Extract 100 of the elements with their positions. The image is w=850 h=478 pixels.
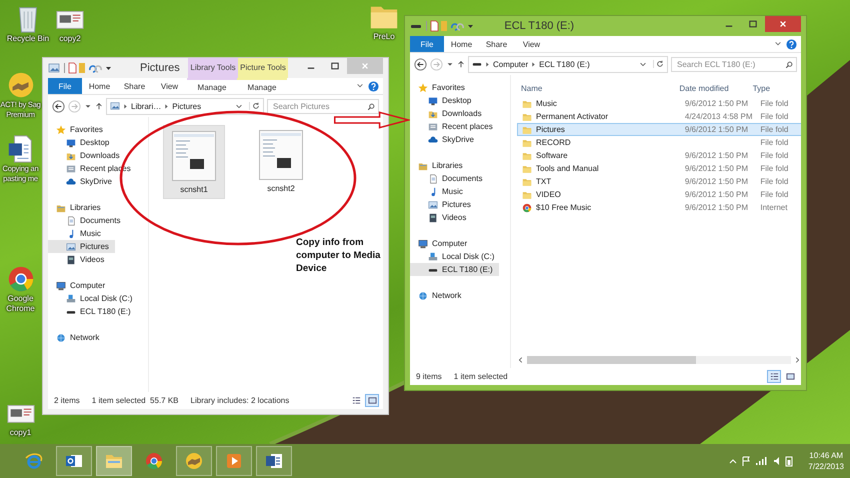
help-icon[interactable] — [786, 38, 797, 50]
ribbon-tab[interactable]: Share — [479, 36, 514, 52]
caret-icon[interactable] — [446, 60, 454, 68]
nav-item[interactable]: SkyDrive — [48, 175, 118, 188]
nav-item[interactable]: ECL T180 (E:) — [410, 263, 499, 276]
address-bar[interactable]: Computer ECL T180 (E:) — [468, 56, 668, 72]
picture-icon — [428, 200, 438, 210]
nav-item[interactable]: Music — [48, 227, 107, 240]
ribbon-tab[interactable]: Manage — [187, 78, 237, 94]
separator-icon[interactable] — [164, 102, 170, 110]
separator-icon[interactable] — [123, 102, 128, 110]
nav-item[interactable]: Documents — [410, 172, 488, 185]
ribbon-tab[interactable]: View — [152, 78, 187, 94]
nav-item[interactable]: Libraries — [410, 159, 469, 172]
status-text: 9 items — [416, 372, 442, 381]
nav-item[interactable]: Local Disk (C:) — [48, 292, 138, 305]
file-type: File fold — [760, 190, 788, 199]
nav-item[interactable]: SkyDrive — [410, 133, 480, 146]
refresh-icon[interactable] — [249, 102, 260, 110]
folder-icon — [522, 124, 532, 134]
chevron-icon[interactable] — [774, 40, 782, 48]
scroll-right-icon[interactable] — [793, 356, 801, 364]
nav-item[interactable]: Desktop — [48, 136, 116, 149]
folder-icon — [522, 150, 532, 160]
close-icon — [361, 62, 369, 70]
clock-date[interactable]: 7/22/2013 — [808, 461, 844, 472]
film-icon — [66, 254, 76, 264]
quick-access-drawing[interactable] — [410, 20, 474, 32]
file-row[interactable]: Tools and Manual 9/6/2012 1:50 PM File fold — [517, 162, 801, 175]
breadcrumb[interactable]: Computer — [493, 60, 528, 68]
nav-item[interactable]: ECL T180 (E:) — [48, 305, 137, 318]
file-row[interactable]: Music 9/6/2012 1:50 PM File fold — [517, 97, 801, 110]
nav-item[interactable]: Music — [410, 185, 469, 198]
nav-item[interactable]: Computer — [48, 279, 112, 292]
scrollbar-thumb[interactable] — [527, 356, 696, 364]
horizontal-scrollbar[interactable] — [527, 356, 791, 364]
back-button[interactable] — [414, 58, 427, 70]
scroll-left-icon[interactable] — [517, 356, 525, 364]
chevron-icon[interactable] — [356, 82, 364, 90]
screenshot-thumbnail — [172, 130, 216, 180]
search-field[interactable]: Search ECL T180 (E:) — [671, 56, 797, 72]
up-arrow-icon[interactable] — [457, 60, 465, 68]
dropdown-icon[interactable] — [235, 102, 243, 110]
list-icon — [352, 396, 360, 405]
taskbar-button[interactable] — [256, 446, 292, 476]
file-name: TXT — [536, 177, 552, 186]
nav-item[interactable]: Videos — [410, 211, 472, 224]
date-modified: 9/6/2012 1:50 PM — [684, 203, 748, 212]
dropdown-icon[interactable] — [639, 60, 647, 68]
search-icon — [785, 60, 793, 68]
ribbon-tab[interactable]: Home — [82, 78, 117, 94]
ribbon-tab[interactable]: File — [48, 78, 82, 94]
taskbar-button[interactable] — [176, 446, 212, 476]
taskbar-button[interactable] — [216, 446, 252, 476]
breadcrumb[interactable]: ECL T180 (E:) — [539, 60, 590, 68]
nav-item[interactable]: Computer — [410, 237, 474, 250]
file-row[interactable]: RECORD File fold — [517, 136, 801, 149]
window-title: ECL T180 (E:) — [503, 20, 576, 32]
ribbon-tab[interactable]: File — [410, 36, 444, 52]
refresh-icon[interactable] — [653, 60, 664, 68]
separator-icon[interactable] — [485, 60, 490, 68]
file-row[interactable]: TXT 9/6/2012 1:50 PM File fold — [517, 175, 801, 188]
nav-item[interactable]: Favorites — [410, 81, 471, 94]
file-row[interactable]: $10 Free Music 9/6/2012 1:50 PM Internet — [517, 201, 801, 214]
file-row[interactable]: Software 9/6/2012 1:50 PM File fold — [517, 149, 801, 162]
nav-item[interactable]: Network — [410, 289, 468, 302]
file-type: File fold — [760, 177, 788, 186]
help-icon[interactable] — [368, 80, 379, 92]
taskbar-button[interactable] — [56, 446, 92, 476]
nav-item[interactable]: Documents — [48, 214, 126, 227]
file-row[interactable]: VIDEO 9/6/2012 1:50 PM File fold — [517, 188, 801, 201]
folder-icon — [522, 176, 532, 186]
ribbon-tab[interactable]: Home — [444, 36, 479, 52]
ribbon-tab[interactable]: View — [514, 36, 549, 52]
annotation-note: Copy info from computer to Media Device — [296, 236, 382, 275]
nav-item[interactable]: Network — [48, 331, 106, 344]
details-view-button[interactable] — [767, 370, 781, 383]
separator-icon[interactable] — [531, 60, 536, 68]
column-header[interactable]: Type — [752, 84, 801, 92]
ribbon-tab[interactable]: Manage — [237, 78, 287, 94]
nav-item[interactable]: Downloads — [48, 149, 126, 162]
nav-item[interactable]: Videos — [48, 253, 110, 266]
breadcrumb[interactable]: Pictures — [172, 102, 202, 110]
nav-item[interactable]: Recent places — [410, 120, 499, 133]
nav-item[interactable]: Downloads — [410, 107, 488, 120]
nav-item[interactable]: Desktop — [410, 94, 478, 107]
clock-time[interactable]: 10:46 AM — [809, 450, 844, 461]
nav-item[interactable]: Libraries — [48, 201, 107, 214]
column-header[interactable]: Name — [517, 84, 680, 92]
ribbon-tab[interactable]: Share — [117, 78, 152, 94]
file-name: Permanent Activator — [536, 112, 608, 121]
file-row[interactable]: Pictures 9/6/2012 1:50 PM File fold — [517, 123, 801, 136]
nav-item[interactable]: Pictures — [48, 240, 115, 253]
nav-item[interactable]: Local Disk (C:) — [410, 250, 500, 263]
breadcrumb[interactable]: Librari… — [131, 102, 162, 110]
close-button[interactable] — [765, 16, 801, 32]
file-row[interactable]: Permanent Activator 4/24/2013 4:58 PM File fold — [517, 110, 801, 123]
column-header[interactable]: Date modified — [679, 84, 753, 92]
nav-item[interactable]: Favorites — [48, 123, 109, 136]
nav-item[interactable]: Pictures — [410, 198, 477, 211]
